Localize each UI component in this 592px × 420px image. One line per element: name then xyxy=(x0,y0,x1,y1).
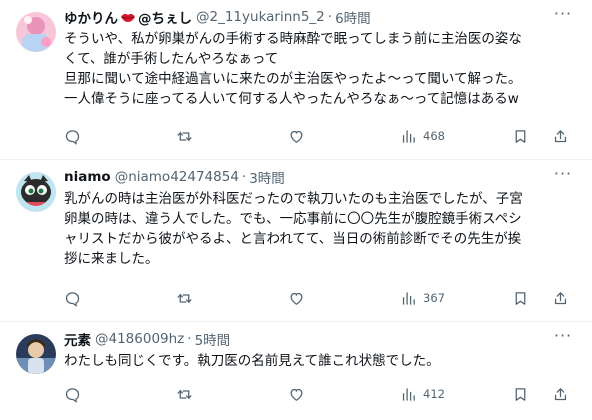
avatar[interactable] xyxy=(16,172,56,212)
views-button[interactable]: 367 xyxy=(400,290,445,307)
like-button[interactable] xyxy=(288,290,305,307)
timestamp[interactable]: 5時間 xyxy=(195,329,231,349)
tweet-text-line: 乳がんの時は主治医が外科医だったので執刀いたのも主治医でしたが、子宮 xyxy=(64,191,523,207)
tweet-header: ゆかりん @ちぇし @2_11yukarinn5_2 · 6時間 xyxy=(64,7,580,27)
repost-icon xyxy=(177,292,192,304)
tweet-text-line: そういや、私が卵巣がんの手術する時麻酔で眠ってしまう前に主治医の姿な xyxy=(64,31,522,47)
lips-icon xyxy=(121,13,135,22)
tweet-text-line: くて、誰が手術したんやろなぁって xyxy=(64,51,279,67)
reply-icon xyxy=(65,387,80,403)
bookmark-icon xyxy=(515,387,526,401)
separator-dot: · xyxy=(327,9,333,25)
heart-icon xyxy=(290,130,303,143)
tweet-text-line: 卵巣の時は、違う人でした。でも、一応事前に〇〇先生が腹腔鏡手術スペシ xyxy=(64,211,522,227)
share-icon xyxy=(554,387,567,400)
reply-button[interactable] xyxy=(64,290,81,307)
avatar[interactable] xyxy=(16,12,56,52)
repost-button[interactable] xyxy=(176,290,193,307)
like-button[interactable] xyxy=(288,128,305,145)
share-button[interactable] xyxy=(552,128,569,145)
views-count: 468 xyxy=(423,129,445,143)
views-button[interactable]: 412 xyxy=(400,386,445,403)
bookmark-button[interactable] xyxy=(512,128,529,145)
tweet-text-line: ャリストだから彼がやるよ、と言われてて、当日の術前診断でその先生が挨 xyxy=(64,231,522,247)
tweet-text-line: わたしも同じくです。執刀医の名前見えて誰これ状態でした。 xyxy=(64,353,440,369)
like-button[interactable] xyxy=(288,386,305,403)
bookmark-icon xyxy=(515,129,526,143)
tweet-text: 乳がんの時は主治医が外科医だったので執刀いたのも主治医でしたが、子宮 卵巣の時は… xyxy=(64,189,580,269)
reply-tweet[interactable]: 元素 @4186009hz · 5時間 ··· わたしも同じくです。執刀医の名前… xyxy=(0,322,592,420)
repost-icon xyxy=(177,388,192,400)
repost-button[interactable] xyxy=(176,386,193,403)
views-button[interactable]: 468 xyxy=(400,128,445,145)
timestamp[interactable]: 6時間 xyxy=(335,7,371,27)
share-button[interactable] xyxy=(552,386,569,403)
timestamp[interactable]: 3時間 xyxy=(249,167,285,187)
more-options-button[interactable]: ··· xyxy=(552,166,574,187)
tweet-text-line: 拶に来ました。 xyxy=(64,251,159,267)
repost-button[interactable] xyxy=(176,128,193,145)
display-name[interactable]: 元素 xyxy=(64,329,91,349)
reply-button[interactable] xyxy=(64,386,81,403)
display-name[interactable]: niamo xyxy=(64,169,111,185)
bookmark-button[interactable] xyxy=(512,290,529,307)
more-options-button[interactable]: ··· xyxy=(552,328,574,349)
tweet-text-line: 一人偉そうに座ってる人いて何する人やったんやろなぁ～って記憶はあるw xyxy=(64,91,519,107)
analytics-icon xyxy=(402,387,415,401)
tweet-text: そういや、私が卵巣がんの手術する時麻酔で眠ってしまう前に主治医の姿な くて、誰が… xyxy=(64,29,580,109)
share-button[interactable] xyxy=(552,290,569,307)
heart-icon xyxy=(290,292,303,305)
bookmark-icon xyxy=(515,291,526,305)
display-name-suffix[interactable]: @ちぇし xyxy=(138,7,192,27)
repost-icon xyxy=(177,130,192,142)
share-icon xyxy=(554,129,567,142)
reply-tweet[interactable]: niamo @niamo42474854 · 3時間 ··· 乳がんの時は主治医… xyxy=(0,160,592,322)
action-bar: 367 xyxy=(64,288,580,308)
reply-button[interactable] xyxy=(64,128,81,145)
tweet-header: niamo @niamo42474854 · 3時間 xyxy=(64,167,580,187)
heart-icon xyxy=(290,388,303,401)
share-icon xyxy=(554,291,567,304)
user-handle[interactable]: @niamo42474854 xyxy=(115,169,239,185)
reply-icon xyxy=(65,129,80,145)
action-bar: 412 xyxy=(64,384,580,404)
tweet-header: 元素 @4186009hz · 5時間 xyxy=(64,329,580,349)
tweet-text: わたしも同じくです。執刀医の名前見えて誰これ状態でした。 xyxy=(64,351,580,371)
user-handle[interactable]: @2_11yukarinn5_2 xyxy=(196,9,325,25)
user-handle[interactable]: @4186009hz xyxy=(95,331,184,347)
views-count: 412 xyxy=(423,387,445,401)
avatar[interactable] xyxy=(16,334,56,374)
more-options-button[interactable]: ··· xyxy=(552,6,574,27)
reply-tweet[interactable]: ゆかりん @ちぇし @2_11yukarinn5_2 · 6時間 ··· そうい… xyxy=(0,0,592,160)
reply-icon xyxy=(65,291,80,307)
views-count: 367 xyxy=(423,291,445,305)
display-name[interactable]: ゆかりん xyxy=(64,7,118,27)
separator-dot: · xyxy=(241,169,247,185)
tweet-text-line: 旦那に聞いて途中経過言いに来たのが主治医やったよ～って聞いて解った。 xyxy=(64,71,522,87)
analytics-icon xyxy=(402,291,415,305)
action-bar: 468 xyxy=(64,126,580,146)
separator-dot: · xyxy=(187,331,192,347)
analytics-icon xyxy=(402,129,415,143)
bookmark-button[interactable] xyxy=(512,386,529,403)
